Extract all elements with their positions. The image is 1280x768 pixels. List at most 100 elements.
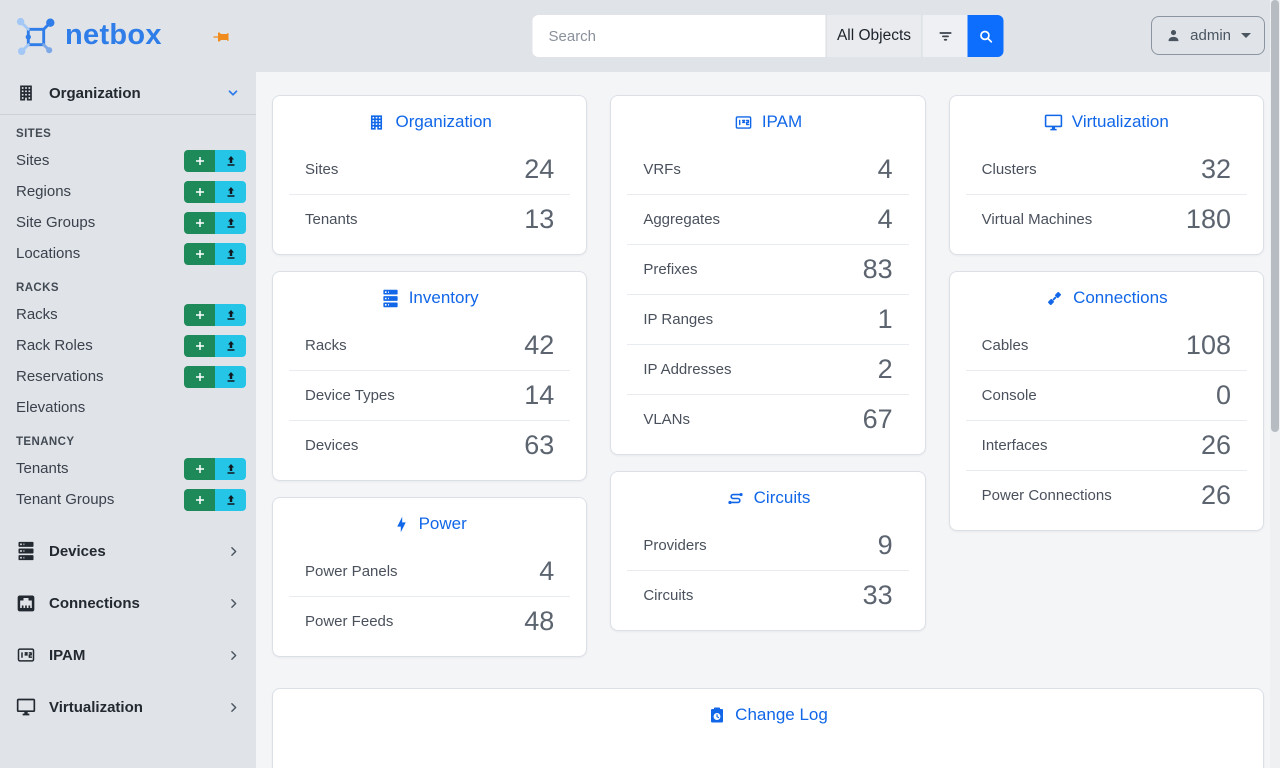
sidebar-item-elevations[interactable]: Elevations: [0, 392, 256, 423]
stat-link[interactable]: IP Addresses: [643, 361, 731, 378]
stat-link[interactable]: IP Ranges: [643, 311, 713, 328]
sidebar-item-label: Sites: [16, 152, 49, 169]
dashboard-content: Organization Sites 24 Tenants 13: [256, 72, 1280, 768]
section-title-racks: RACKS: [0, 269, 256, 299]
stat-link[interactable]: Power Panels: [305, 563, 398, 580]
stat-link[interactable]: Device Types: [305, 387, 395, 404]
stat-value: 33: [863, 580, 893, 611]
sidebar-menu-label: Organization: [49, 85, 213, 102]
search-submit-button[interactable]: [968, 15, 1004, 57]
chevron-right-icon: [227, 545, 240, 558]
upload-icon: [225, 248, 237, 260]
stat-row: Providers 9: [627, 520, 908, 570]
stat-value: 108: [1186, 330, 1231, 361]
card-inventory-title[interactable]: Inventory: [273, 272, 586, 315]
import-button[interactable]: [215, 458, 246, 480]
add-button[interactable]: [184, 304, 215, 326]
sidebar-menu-virtualization[interactable]: Virtualization: [0, 681, 256, 733]
stat-link[interactable]: Clusters: [982, 161, 1037, 178]
filter-icon: [936, 27, 954, 45]
user-menu-button[interactable]: admin: [1151, 16, 1265, 55]
sidebar-item-racks[interactable]: Racks: [0, 299, 256, 330]
sidebar-item-tenant-groups[interactable]: Tenant Groups: [0, 484, 256, 515]
stat-link[interactable]: Prefixes: [643, 261, 697, 278]
stat-link[interactable]: Interfaces: [982, 437, 1048, 454]
stat-link[interactable]: Aggregates: [643, 211, 720, 228]
scrollbar[interactable]: [1270, 0, 1280, 768]
add-button[interactable]: [184, 150, 215, 172]
card-organization-title[interactable]: Organization: [273, 96, 586, 139]
add-button[interactable]: [184, 212, 215, 234]
import-button[interactable]: [215, 489, 246, 511]
add-button[interactable]: [184, 489, 215, 511]
add-button[interactable]: [184, 335, 215, 357]
search-bar: All Objects: [533, 15, 1004, 57]
stat-row: Racks 42: [289, 320, 570, 370]
stat-row: Sites 24: [289, 144, 570, 194]
stat-link[interactable]: Providers: [643, 537, 706, 554]
sidebar-item-site-groups[interactable]: Site Groups: [0, 207, 256, 238]
stat-link[interactable]: Sites: [305, 161, 338, 178]
sidebar-item-label: Reservations: [16, 368, 104, 385]
stat-link[interactable]: VLANs: [643, 411, 690, 428]
import-button[interactable]: [215, 335, 246, 357]
stat-row: Cables 108: [966, 320, 1247, 370]
card-changelog-title[interactable]: Change Log: [273, 689, 1263, 732]
scrollbar-thumb[interactable]: [1271, 0, 1279, 432]
plus-icon: [194, 494, 206, 506]
stat-link[interactable]: VRFs: [643, 161, 681, 178]
sidebar-root-menus: Devices Connections IPAM: [0, 525, 256, 733]
plus-icon: [194, 155, 206, 167]
netbox-dashboard: netbox Organization SITES: [0, 0, 1280, 768]
filter-button[interactable]: [922, 15, 968, 57]
sidebar-item-rack-roles[interactable]: Rack Roles: [0, 330, 256, 361]
add-button[interactable]: [184, 458, 215, 480]
card-power-title[interactable]: Power: [273, 498, 586, 541]
import-button[interactable]: [215, 150, 246, 172]
sidebar-item-reservations[interactable]: Reservations: [0, 361, 256, 392]
stat-link[interactable]: Circuits: [643, 587, 693, 604]
sidebar-item-locations[interactable]: Locations: [0, 238, 256, 269]
stat-link[interactable]: Devices: [305, 437, 358, 454]
sidebar-menu-ipam[interactable]: IPAM: [0, 629, 256, 681]
sidebar-item-sites[interactable]: Sites: [0, 145, 256, 176]
sidebar-item-label: Tenants: [16, 460, 69, 477]
sidebar-menu-label: Devices: [49, 543, 214, 560]
sidebar-menu-connections[interactable]: Connections: [0, 577, 256, 629]
stat-link[interactable]: Tenants: [305, 211, 358, 228]
sidebar-item-label: Site Groups: [16, 214, 95, 231]
stat-link[interactable]: Power Connections: [982, 487, 1112, 504]
card-circuits-title[interactable]: Circuits: [611, 472, 924, 515]
upload-icon: [225, 309, 237, 321]
stat-link[interactable]: Racks: [305, 337, 347, 354]
card-connections-title[interactable]: Connections: [950, 272, 1263, 315]
stat-row: Interfaces 26: [966, 420, 1247, 470]
add-button[interactable]: [184, 181, 215, 203]
import-button[interactable]: [215, 366, 246, 388]
sidebar-item-regions[interactable]: Regions: [0, 176, 256, 207]
card-ipam-title[interactable]: IPAM: [611, 96, 924, 139]
import-button[interactable]: [215, 304, 246, 326]
import-button[interactable]: [215, 181, 246, 203]
import-button[interactable]: [215, 212, 246, 234]
stat-link[interactable]: Virtual Machines: [982, 211, 1093, 228]
card-virtualization-title[interactable]: Virtualization: [950, 96, 1263, 139]
add-button[interactable]: [184, 366, 215, 388]
netbox-logo[interactable]: netbox: [14, 15, 162, 59]
add-button[interactable]: [184, 243, 215, 265]
pin-sidebar-button[interactable]: [212, 28, 230, 46]
stat-link[interactable]: Power Feeds: [305, 613, 393, 630]
stat-link[interactable]: Cables: [982, 337, 1029, 354]
object-type-select[interactable]: All Objects: [826, 15, 922, 57]
stat-link[interactable]: Console: [982, 387, 1037, 404]
import-button[interactable]: [215, 243, 246, 265]
search-input[interactable]: [533, 15, 826, 57]
upload-icon: [225, 217, 237, 229]
stat-row: Circuits 33: [627, 570, 908, 620]
sidebar-menu-organization[interactable]: Organization: [0, 72, 256, 115]
sidebar-menu-devices[interactable]: Devices: [0, 525, 256, 577]
stat-row: Device Types 14: [289, 370, 570, 420]
sidebar-item-tenants[interactable]: Tenants: [0, 453, 256, 484]
server-icon: [16, 541, 36, 561]
card-title-label: IPAM: [762, 112, 802, 132]
